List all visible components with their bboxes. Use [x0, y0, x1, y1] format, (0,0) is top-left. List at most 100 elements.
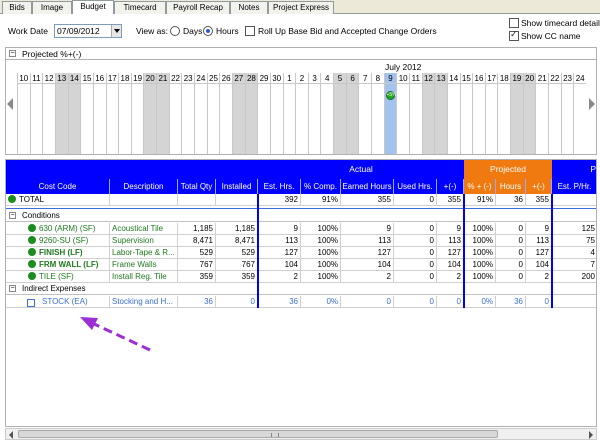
- cell-installed-qty[interactable]: 0: [216, 296, 258, 308]
- calendar-day[interactable]: 3: [307, 73, 321, 154]
- cell-hours[interactable]: 0: [496, 223, 526, 235]
- cell-used-hrs[interactable]: 0: [394, 194, 437, 206]
- cell-[interactable]: 9: [526, 223, 552, 235]
- cell-hours[interactable]: 0: [496, 235, 526, 247]
- cell-est-hrs[interactable]: 127: [258, 247, 301, 259]
- column-header[interactable]: +(-): [526, 179, 552, 194]
- calendar-day[interactable]: 1: [282, 73, 296, 154]
- calendar-day[interactable]: 21: [156, 73, 169, 154]
- cell-[interactable]: 91%: [464, 194, 496, 206]
- cell-[interactable]: 355: [437, 194, 464, 206]
- calendar-day[interactable]: 13: [434, 73, 447, 154]
- cell-est-p-hr[interactable]: 125: [552, 223, 596, 235]
- cell-[interactable]: 127: [437, 247, 464, 259]
- show-timecard-checkbox[interactable]: [509, 18, 519, 28]
- cell-total-qty[interactable]: 1,185: [178, 223, 216, 235]
- calendar-day[interactable]: 20: [522, 73, 536, 154]
- calendar-day[interactable]: 14: [67, 73, 81, 154]
- cell-[interactable]: 113: [526, 235, 552, 247]
- calendar-day[interactable]: 21: [535, 73, 549, 154]
- table-row[interactable]: 9260-SU (SF) Supervision 8,471 8,471 113 100%…: [6, 235, 596, 247]
- group-row[interactable]: − Indirect Expenses: [6, 283, 596, 295]
- cell-total-qty[interactable]: 36: [178, 296, 216, 308]
- horizontal-scrollbar[interactable]: [5, 428, 597, 440]
- cell-used-hrs[interactable]: 0: [394, 259, 437, 271]
- cell-[interactable]: 113: [437, 235, 464, 247]
- cell-hours[interactable]: 0: [496, 247, 526, 259]
- cell-est-p-hr[interactable]: 7: [552, 259, 596, 271]
- cell-installed-qty[interactable]: 8,471: [216, 235, 258, 247]
- cell-[interactable]: 100%: [464, 235, 496, 247]
- tab-payroll-recap[interactable]: Payroll Recap: [166, 1, 230, 14]
- cell-earned-hours[interactable]: 113: [341, 235, 394, 247]
- cell-est-p-hr[interactable]: [552, 296, 596, 308]
- calendar-day[interactable]: 9: [383, 73, 397, 154]
- cell-[interactable]: 2: [437, 271, 464, 283]
- cell-earned-hours[interactable]: 9: [341, 223, 394, 235]
- calendar-day[interactable]: 17: [484, 73, 498, 154]
- date-dropdown-icon[interactable]: [111, 25, 121, 37]
- total-row[interactable]: TOTAL 392 91% 355 0 355 91% 36 355: [6, 194, 596, 206]
- cell-[interactable]: 104: [526, 259, 552, 271]
- calendar-day[interactable]: 24: [573, 73, 586, 154]
- calendar-day[interactable]: 25: [206, 73, 220, 154]
- cell-earned-hours[interactable]: 127: [341, 247, 394, 259]
- rollup-checkbox[interactable]: [245, 26, 255, 36]
- column-header[interactable]: Used Hrs.: [394, 179, 437, 194]
- cell-description[interactable]: Stocking and H...: [110, 296, 178, 308]
- calendar-day[interactable]: 11: [29, 73, 43, 154]
- cell-earned-hours[interactable]: 355: [341, 194, 394, 206]
- calendar-day[interactable]: 30: [269, 73, 283, 154]
- cell-installed-qty[interactable]: 1,185: [216, 223, 258, 235]
- row-select-icon[interactable]: [27, 299, 35, 307]
- cell-cost-code[interactable]: FRM WALL (LF): [6, 259, 110, 271]
- cell-[interactable]: 355: [526, 194, 552, 206]
- cell-[interactable]: 127: [526, 247, 552, 259]
- scroll-thumb[interactable]: [18, 430, 498, 438]
- cell-cost-code[interactable]: TOTAL: [6, 194, 110, 206]
- show-cc-checkbox[interactable]: [509, 30, 519, 41]
- cell-comp[interactable]: 91%: [301, 194, 341, 206]
- calendar-day[interactable]: 6: [345, 73, 359, 154]
- calendar-day[interactable]: 10: [396, 73, 409, 154]
- cell-installed-qty[interactable]: 359: [216, 271, 258, 283]
- cell-earned-hours[interactable]: 104: [341, 259, 394, 271]
- cell-total-qty[interactable]: 8,471: [178, 235, 216, 247]
- cell-description[interactable]: Acoustical Tile: [110, 223, 178, 235]
- cell-[interactable]: 0: [526, 296, 552, 308]
- cell-used-hrs[interactable]: 0: [394, 235, 437, 247]
- column-header[interactable]: Installed Qty: [216, 179, 258, 206]
- cell-[interactable]: 0: [437, 296, 464, 308]
- calendar-day[interactable]: 11: [408, 73, 422, 154]
- cell-comp[interactable]: 100%: [301, 235, 341, 247]
- cell-[interactable]: 9: [437, 223, 464, 235]
- column-header[interactable]: Earned Hours: [341, 179, 394, 194]
- calendar-day[interactable]: 7: [358, 73, 372, 154]
- calendar-day[interactable]: 18: [497, 73, 511, 154]
- column-header[interactable]: % + (-): [464, 179, 496, 194]
- calendar-day[interactable]: 18: [118, 73, 131, 154]
- cell-[interactable]: 100%: [464, 247, 496, 259]
- scroll-left-icon[interactable]: [7, 98, 13, 110]
- table-row[interactable]: 630 (ARM) (SF) Acoustical Tile 1,185 1,185 9…: [6, 223, 596, 235]
- tab-project-express[interactable]: Project Express: [268, 1, 334, 14]
- table-row[interactable]: TILE (SF) Install Reg. Tile 359 359 2 100% 2 0 2…: [6, 271, 596, 283]
- calendar-day[interactable]: 23: [181, 73, 195, 154]
- tab-timecard[interactable]: Timecard: [114, 1, 166, 14]
- cell-description[interactable]: [110, 194, 178, 206]
- calendar-day[interactable]: 2: [295, 73, 308, 154]
- cell-cost-code[interactable]: TILE (SF): [6, 271, 110, 283]
- calendar-day[interactable]: 16: [92, 73, 106, 154]
- calendar-day[interactable]: 16: [472, 73, 485, 154]
- cell-cost-code[interactable]: FINISH (LF): [6, 247, 110, 259]
- cell-comp[interactable]: 100%: [301, 247, 341, 259]
- calendar-day[interactable]: 23: [560, 73, 574, 154]
- calendar-day[interactable]: 8: [371, 73, 384, 154]
- cell-used-hrs[interactable]: 0: [394, 223, 437, 235]
- tab-notes[interactable]: Notes: [230, 1, 268, 14]
- cell-est-hrs[interactable]: 9: [258, 223, 301, 235]
- cell-[interactable]: 100%: [464, 223, 496, 235]
- cell-installed-qty[interactable]: [216, 194, 258, 206]
- cell-cost-code[interactable]: STOCK (EA): [6, 296, 110, 308]
- cell-hours[interactable]: 0: [496, 271, 526, 283]
